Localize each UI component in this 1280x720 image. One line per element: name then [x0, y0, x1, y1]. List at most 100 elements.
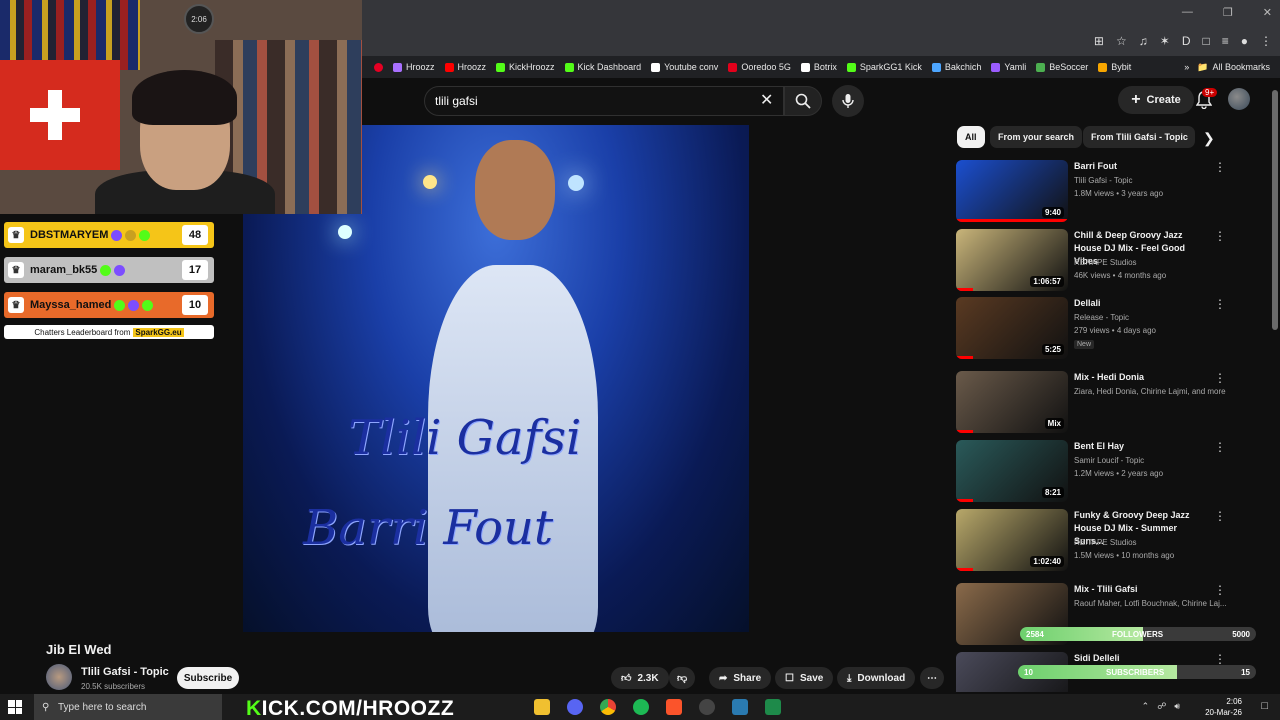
star-icon[interactable]: ☆ [1116, 34, 1127, 48]
bookmark-item[interactable]: Ooredoo 5G [728, 62, 791, 72]
chevron-up-icon[interactable]: ⌃ [1142, 701, 1150, 712]
bookmark-item[interactable]: Kick Dashboard [564, 62, 641, 72]
video-thumbnail[interactable]: 5:25 [956, 297, 1068, 359]
video-thumbnail[interactable]: 1:06:57 [956, 229, 1068, 291]
more-options-icon[interactable]: ⋮ [1214, 583, 1226, 597]
video-thumbnail[interactable]: 8:21 [956, 440, 1068, 502]
recommended-title[interactable]: Barri Fout [1074, 160, 1209, 173]
save-button[interactable]: ☐ Save [775, 667, 834, 689]
search-input[interactable]: tlili gafsi [424, 86, 784, 116]
close-icon[interactable]: ✕ [1263, 6, 1272, 19]
file-explorer-icon[interactable] [534, 699, 550, 715]
subscriber-count: 20.5K subscribers [81, 682, 146, 691]
all-bookmarks[interactable]: 📁 All Bookmarks [1197, 62, 1270, 73]
bookmark-favicon-icon [564, 62, 574, 72]
recommended-channel[interactable]: RE:TAPE Studios [1074, 538, 1137, 547]
filter-chip[interactable]: All [957, 126, 985, 148]
taskbar-clock[interactable]: 2:06 20-Mar-26 [1205, 696, 1242, 718]
more-options-icon[interactable]: ⋮ [1214, 297, 1226, 311]
recommended-title[interactable]: Bent El Hay [1074, 440, 1209, 453]
bookmark-item[interactable]: Botrix [800, 62, 837, 72]
recommended-title[interactable]: Mix - Tlili Gafsi [1074, 583, 1209, 596]
recommended-video[interactable]: Mix Mix - Hedi Donia Ziara, Hedi Donia, Ch… [956, 371, 1256, 433]
clear-search-icon[interactable]: ✕ [760, 90, 773, 110]
brave-icon[interactable] [666, 699, 682, 715]
video-thumbnail[interactable]: 9:40 [956, 160, 1068, 222]
more-options-icon[interactable]: ⋮ [1214, 652, 1226, 666]
avatar[interactable] [1228, 88, 1250, 110]
chevron-right-icon[interactable]: ❯ [1203, 130, 1215, 147]
filter-chip[interactable]: From Tlili Gafsi - Topic [1083, 126, 1195, 148]
recommended-video[interactable]: 8:21 Bent El Hay Samir Loucif - Topic 1.2M … [956, 440, 1256, 502]
bookmark-item[interactable]: Bybit [1098, 62, 1131, 72]
tab-search-icon[interactable]: ≡ [1222, 34, 1229, 48]
bookmark-label: Bakchich [944, 62, 982, 72]
more-options-icon[interactable]: ⋮ [1214, 371, 1226, 385]
app-icon[interactable] [765, 699, 781, 715]
extension-icon[interactable]: D [1182, 34, 1191, 48]
search-button[interactable] [784, 86, 822, 116]
recommended-video[interactable]: 1:02:40 Funky & Groovy Deep Jazz House DJ… [956, 509, 1256, 571]
install-icon[interactable]: ⊞ [1094, 34, 1104, 48]
bookmark-item[interactable]: Bakchich [931, 62, 982, 72]
recommended-video[interactable]: 5:25 Dellali Release - Topic 279 views • 4 … [956, 297, 1256, 359]
channel-avatar[interactable] [46, 664, 72, 690]
recommended-title[interactable]: Dellali [1074, 297, 1209, 310]
recommended-title[interactable]: Mix - Hedi Donia [1074, 371, 1209, 384]
recommended-title[interactable]: Sidi Delleli [1074, 652, 1209, 665]
bookmark-item[interactable]: BeSoccer [1036, 62, 1088, 72]
bookmark-label: Youtube conv [664, 62, 719, 72]
recommended-video[interactable]: 1:06:57 Chill & Deep Groovy Jazz House DJ… [956, 229, 1256, 291]
taskbar-search[interactable]: ⚲ Type here to search [34, 694, 222, 720]
bookmark-item[interactable]: KickHroozz [496, 62, 555, 72]
more-options-icon[interactable]: ⋮ [1214, 229, 1226, 243]
network-icon[interactable]: ☍ [1157, 701, 1166, 712]
download-button[interactable]: ⤓ Download [837, 667, 916, 689]
minimize-icon[interactable]: — [1182, 6, 1193, 19]
app-icon[interactable] [732, 699, 748, 715]
bookmark-item[interactable]: Hroozz [393, 62, 435, 72]
extension-icon[interactable]: ✶ [1160, 34, 1170, 48]
recommended-video[interactable]: 9:40 Barri Fout Tlili Gafsi - Topic 1.8M vi… [956, 160, 1256, 222]
volume-icon[interactable]: 🔊︎ [1174, 701, 1180, 712]
pinterest-icon[interactable] [374, 62, 383, 72]
chrome-icon[interactable] [600, 699, 616, 715]
voice-search-button[interactable] [832, 85, 864, 117]
video-thumbnail[interactable]: 1:02:40 [956, 509, 1068, 571]
recommended-channel[interactable]: RE:TAPE Studios [1074, 258, 1137, 267]
bookmark-item[interactable]: SparkGG1 Kick [846, 62, 922, 72]
like-button[interactable]: 👍︎ 2.3K [611, 667, 669, 689]
extension-icon[interactable]: ♫ [1139, 34, 1148, 48]
more-options-icon[interactable]: ⋮ [1214, 509, 1226, 523]
menu-icon[interactable]: ⋮ [1260, 34, 1272, 48]
profile-icon[interactable]: ● [1241, 34, 1248, 48]
scrollbar[interactable] [1272, 90, 1278, 330]
video-thumbnail[interactable]: Mix [956, 371, 1068, 433]
more-options-icon[interactable]: ⋮ [1214, 440, 1226, 454]
create-button[interactable]: + Create [1118, 86, 1194, 114]
dislike-button[interactable]: 👎︎ [669, 667, 696, 689]
puzzle-icon[interactable]: □ [1202, 34, 1209, 48]
recommended-channel[interactable]: Samir Loucif - Topic [1074, 456, 1144, 465]
spotify-icon[interactable] [633, 699, 649, 715]
more-bookmarks-icon[interactable]: » [1184, 62, 1189, 72]
recommended-channel[interactable]: Tlili Gafsi - Topic [1074, 176, 1133, 185]
restore-icon[interactable]: ❐ [1223, 6, 1233, 19]
windows-start-icon[interactable] [8, 700, 22, 714]
leaderboard-footer: Chatters Leaderboard from SparkGG.eu [4, 325, 214, 339]
recommended-channel[interactable]: Release - Topic [1074, 313, 1129, 322]
filter-chip[interactable]: From your search [990, 126, 1083, 148]
share-button[interactable]: ➦ Share [709, 667, 772, 689]
recommended-channel[interactable]: Raouf Maher, Lotfi Bouchnak, Chirine Laj… [1074, 599, 1227, 608]
bookmark-item[interactable]: Youtube conv [651, 62, 718, 72]
bookmark-item[interactable]: Hroozz [444, 62, 486, 72]
more-actions-button[interactable]: ⋯ [920, 667, 944, 689]
subscribe-button[interactable]: Subscribe [177, 667, 239, 689]
obs-icon[interactable] [699, 699, 715, 715]
more-options-icon[interactable]: ⋮ [1214, 160, 1226, 174]
discord-icon[interactable] [567, 699, 583, 715]
notification-center-icon[interactable]: □ [1261, 700, 1268, 712]
bookmark-item[interactable]: Yamli [991, 62, 1026, 72]
recommended-channel[interactable]: Ziara, Hedi Donia, Chirine Lajmi, and mo… [1074, 387, 1226, 396]
channel-name[interactable]: Tlili Gafsi - Topic [81, 666, 169, 678]
